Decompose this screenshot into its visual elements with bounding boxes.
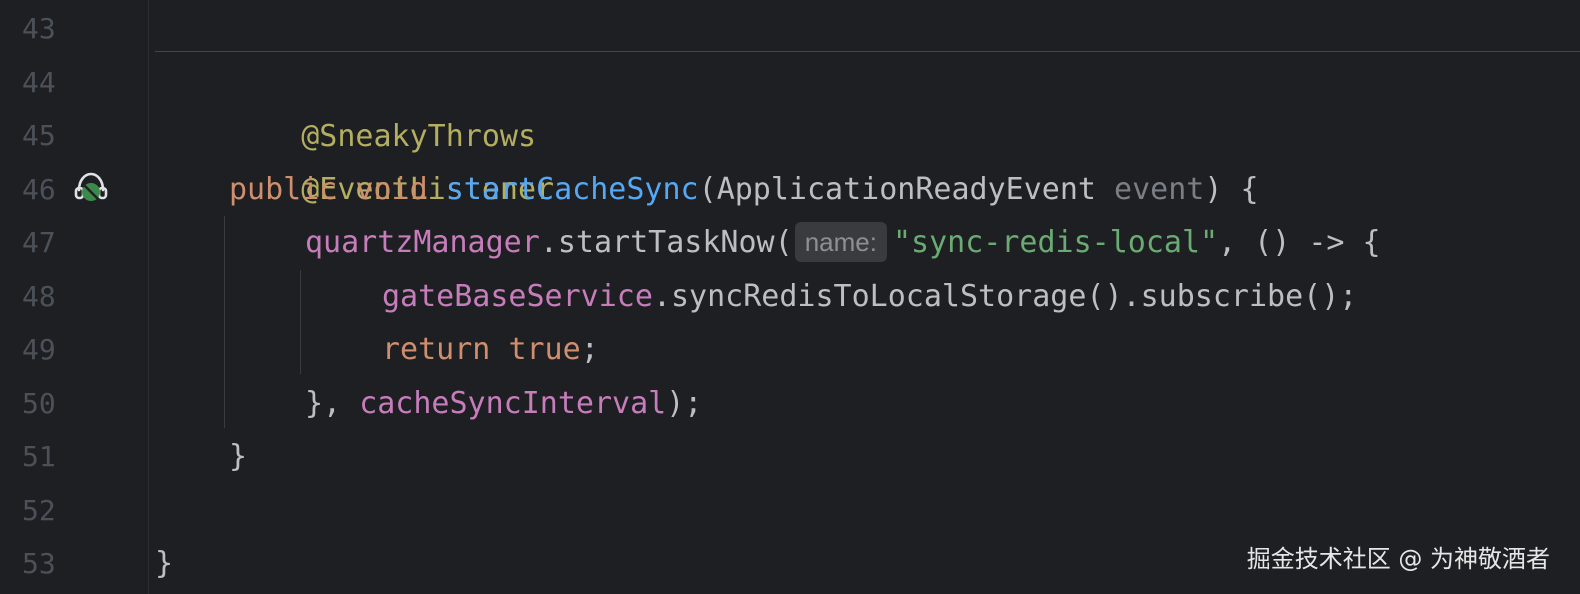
punctuation: }, bbox=[305, 386, 360, 421]
method-name: startCacheSync bbox=[445, 172, 699, 207]
keyword: void bbox=[355, 172, 428, 207]
field: gateBaseService bbox=[382, 279, 653, 314]
closing-brace: } bbox=[155, 546, 174, 581]
method-separator bbox=[155, 51, 1580, 52]
line-number: 53 bbox=[22, 547, 56, 580]
indent-guide bbox=[300, 270, 301, 374]
code-line-45[interactable]: @EventListener bbox=[229, 109, 554, 207]
line-number: 43 bbox=[22, 12, 56, 45]
type-name: ApplicationReadyEvent bbox=[716, 172, 1096, 207]
code-line-49[interactable]: return true; bbox=[382, 323, 599, 377]
code-line-47[interactable]: quartzManager.startTaskNow(name: "sync-re… bbox=[305, 216, 1381, 270]
indent-guide bbox=[224, 216, 225, 428]
line-number: 52 bbox=[22, 494, 56, 527]
method-call: .startTaskNow( bbox=[539, 225, 793, 260]
punctuation: ; bbox=[580, 332, 599, 367]
watermark: 掘金技术社区 @ 为神敬酒者 bbox=[1246, 545, 1550, 573]
punctuation: , () -> { bbox=[1218, 225, 1381, 260]
gutter-divider bbox=[148, 0, 149, 594]
code-line-50[interactable]: }, cacheSyncInterval); bbox=[305, 377, 702, 431]
field: cacheSyncInterval bbox=[359, 386, 667, 421]
code-line-46[interactable]: public void startCacheSync(ApplicationRe… bbox=[229, 163, 1259, 217]
punctuation: ) { bbox=[1204, 172, 1259, 207]
parameter: event bbox=[1114, 172, 1205, 207]
line-number: 48 bbox=[22, 280, 56, 313]
keyword: public bbox=[229, 172, 338, 207]
line-number: 44 bbox=[22, 66, 56, 99]
line-number: 49 bbox=[22, 333, 56, 366]
line-number: 46 bbox=[22, 173, 56, 206]
keyword: true bbox=[508, 332, 581, 367]
no-coverage-icon[interactable] bbox=[72, 168, 110, 206]
parameter-hint: name: bbox=[794, 222, 887, 262]
keyword: return bbox=[382, 332, 491, 367]
punctuation: ); bbox=[666, 386, 703, 421]
line-number: 47 bbox=[22, 226, 56, 259]
code-line-53[interactable]: } bbox=[155, 537, 173, 591]
code-line-51[interactable]: } bbox=[229, 430, 247, 484]
line-number-gutter[interactable]: 43 44 45 46 47 48 49 50 51 52 53 bbox=[0, 0, 148, 594]
field: quartzManager bbox=[305, 225, 540, 260]
line-number: 51 bbox=[22, 440, 56, 473]
punctuation: ( bbox=[698, 172, 717, 207]
code-editor[interactable]: 43 44 45 46 47 48 49 50 51 52 53 @Sneaky… bbox=[0, 0, 1580, 594]
code-line-44[interactable]: @SneakyThrows bbox=[229, 56, 536, 154]
line-number: 50 bbox=[22, 387, 56, 420]
closing-brace: } bbox=[229, 439, 248, 474]
string-literal: "sync-redis-local" bbox=[892, 225, 1219, 260]
method-call: .syncRedisToLocalStorage().subscribe(); bbox=[652, 279, 1358, 314]
code-line-48[interactable]: gateBaseService.syncRedisToLocalStorage(… bbox=[382, 270, 1357, 324]
line-number: 45 bbox=[22, 119, 56, 152]
